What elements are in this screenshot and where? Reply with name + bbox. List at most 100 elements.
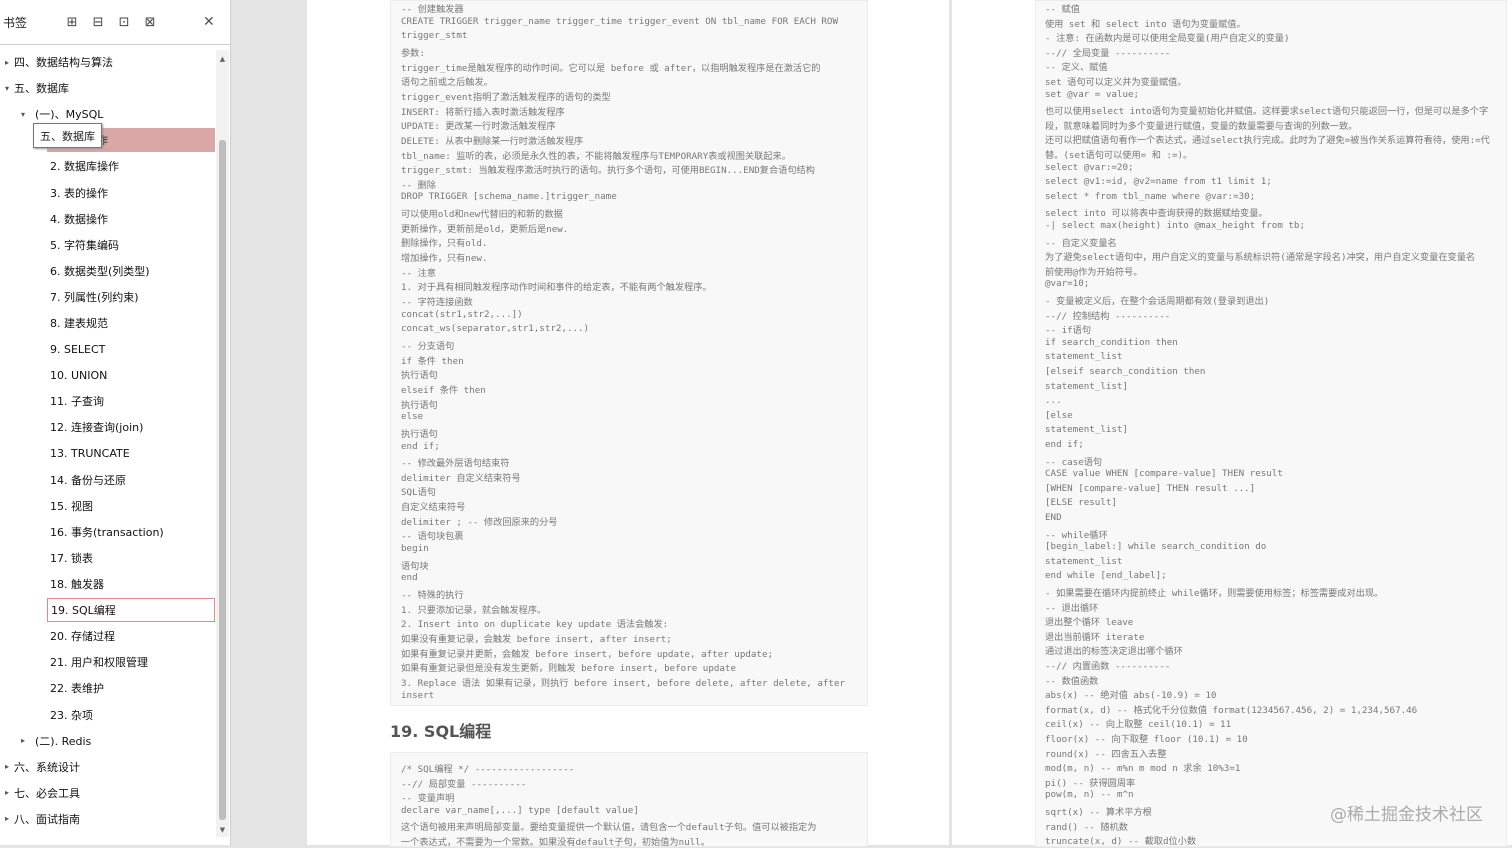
bookmark-label: 2. 数据库操作 (50, 160, 119, 174)
bookmark-item[interactable]: 19. SQL编程 (47, 598, 215, 623)
code-line: 自定义结束符号 (401, 502, 466, 514)
bookmark-label: 六、系统设计 (14, 760, 80, 774)
bookmark-label: 18. 触发器 (50, 578, 104, 591)
bookmark-item[interactable]: 4. 数据操作 (0, 207, 214, 231)
bookmark-item[interactable]: 14. 备份与还原 (0, 468, 214, 492)
code-line: 这个语句被用来声明局部变量。要给变量提供一个默认值，请包含一个default子句… (401, 822, 817, 834)
code-line: if search_condition then (1045, 336, 1178, 348)
bookmark-item[interactable]: 15. 视图 (0, 494, 214, 518)
code-line: select into 可以将表中查询获得的数据赋给变量。 (1045, 208, 1268, 220)
bookmark-item[interactable]: ▸ 八、面试指南 (0, 807, 214, 831)
bookmark-label: 17. 锁表 (50, 551, 93, 565)
bookmark-label: 11. 子查询 (50, 395, 104, 409)
code-line: tbl_name: 监听的表，必须是永久性的表，不能将触发程序与TEMPORAR… (401, 150, 791, 162)
code-line: -- 特殊的执行 (401, 590, 464, 601)
bookmark-item[interactable]: 10. UNION (0, 363, 214, 387)
bookmark-item[interactable]: ▸ 七、必会工具 (0, 781, 214, 805)
bookmark-label: 13. TRUNCATE (50, 447, 130, 460)
chevron-icon[interactable]: ▸ (18, 736, 28, 745)
bookmark-label: 12. 连接查询(join) (50, 421, 144, 435)
code-line: -- 退出循环 (1045, 602, 1099, 614)
code-line: set @var = value; (1045, 88, 1140, 100)
code-line: insert (401, 689, 435, 701)
bookmark-item[interactable]: 2. 数据库操作 (0, 154, 214, 178)
code-line: rand() -- 随机数 (1045, 821, 1128, 833)
code-line: --// 局部变量 ---------- (401, 778, 527, 790)
scrollbar-thumb[interactable] (219, 140, 226, 820)
bookmark-item[interactable]: ▸ 四、数据结构与算法 (0, 50, 214, 74)
bookmark-label: 5. 字符集编码 (50, 238, 119, 252)
code-line: 1. 对于具有相同触发程序动作时间和事件的给定表，不能有两个触发程序。 (401, 282, 712, 294)
code-block-variables: -- 赋值 使用 set 和 select into 语句为变量赋值。 - 注意… (1035, 0, 1507, 847)
scroll-up-icon[interactable]: ▲ (216, 55, 229, 63)
bookmark-item[interactable]: 11. 子查询 (0, 389, 214, 413)
bookmark-item[interactable]: ▸ (二). Redis (0, 729, 214, 753)
chevron-icon[interactable]: ▸ (2, 788, 12, 797)
expand-all-icon[interactable]: ⊞ (65, 15, 79, 30)
code-line: concat_ws(separator,str1,str2,...) (401, 323, 590, 335)
add-bookmark-icon[interactable]: ⊡ (117, 15, 131, 30)
scroll-down-icon[interactable]: ▼ (216, 826, 229, 834)
code-line: -- 自定义变量名 (1045, 237, 1117, 249)
bookmark-item[interactable]: 23. 杂项 (0, 703, 214, 727)
bookmark-item[interactable]: 13. TRUNCATE (0, 442, 214, 466)
bookmark-label: (一)、MySQL (35, 108, 104, 122)
code-line: -- 语句块包裹 (401, 531, 464, 543)
code-line: format(x, d) -- 格式化千分位数值 format(1234567.… (1045, 704, 1418, 716)
code-line: 1. 只要添加记录，就会触发程序。 (401, 604, 547, 616)
code-line: 替。(set语句可以使用= 和 :=)。 (1045, 150, 1193, 161)
chevron-icon[interactable]: ▾ (18, 110, 28, 119)
code-line: ceil(x) -- 向上取整 ceil(10.1) = 11 (1045, 719, 1232, 731)
code-line: -- 删除 (401, 179, 436, 191)
code-line: 执行语句 (401, 428, 438, 440)
code-line: 3. Replace 语法 如果有记录，则执行 before insert, b… (401, 677, 846, 689)
bookmark-label: 20. 存储过程 (50, 630, 115, 644)
bookmark-item[interactable]: 20. 存储过程 (0, 624, 214, 648)
tooltip: 五、数据库 (33, 123, 102, 148)
code-line: - 变量被定义后，在整个会话周期都有效(登录到退出) (1045, 296, 1270, 307)
code-line: [WHEN [compare-value] THEN result ...] (1045, 482, 1256, 494)
bookmark-item[interactable]: 7. 列属性(列约束) (0, 285, 214, 309)
bookmark-label: 22. 表维护 (50, 682, 104, 696)
bookmark-item[interactable]: 18. 触发器 (0, 572, 214, 596)
code-line: 删除操作，只有old. (401, 238, 488, 250)
code-line: -- if语句 (1045, 325, 1092, 337)
bookmark-options-icon[interactable]: ⊠ (143, 15, 157, 30)
chevron-icon[interactable]: ▾ (2, 84, 12, 93)
bookmark-item[interactable]: 5. 字符集编码 (0, 233, 214, 257)
bookmark-item[interactable]: 16. 事务(transaction) (0, 520, 214, 544)
code-line: end (401, 572, 418, 584)
code-line: SQL语句 (401, 487, 436, 499)
code-line: 增加操作，只有new. (401, 253, 488, 265)
code-line: 执行语句 (401, 370, 438, 382)
close-icon[interactable]: ✕ (203, 14, 215, 30)
bookmark-item[interactable]: 22. 表维护 (0, 676, 214, 700)
code-line: - 注意: 在函数内是可以使用全局变量(用户自定义的变量) (1045, 33, 1290, 45)
code-line: 通过退出的标签决定退出哪个循环 (1045, 646, 1183, 658)
code-line: concat(str1,str2,...]) (401, 308, 523, 320)
bookmark-item[interactable]: ▸ 六、系统设计 (0, 755, 214, 779)
code-line: [elseif search_condition then (1045, 366, 1206, 377)
code-line: -- 注意 (401, 267, 436, 279)
code-line: --// 内置函数 ---------- (1045, 661, 1171, 672)
bookmark-item[interactable]: 6. 数据类型(列类型) (0, 259, 214, 283)
code-line: -- 创建触发器 (401, 4, 464, 15)
bookmark-item[interactable]: 9. SELECT (0, 337, 214, 361)
chevron-icon[interactable]: ▸ (2, 814, 12, 823)
collapse-all-icon[interactable]: ⊟ (91, 15, 105, 30)
bookmark-item[interactable]: 3. 表的操作 (0, 181, 214, 205)
code-block-sql-programming: /* SQL编程 */ ------------------ --// 局部变量 … (390, 752, 868, 848)
bookmark-title: 书签 (3, 15, 28, 30)
code-line: round(x) -- 四舍五入去整 (1045, 748, 1167, 760)
code-block-triggers: -- 创建触发器 CREATE TRIGGER trigger_name trig… (390, 0, 868, 706)
chevron-icon[interactable]: ▸ (2, 762, 12, 771)
bookmark-label: 23. 杂项 (50, 708, 93, 722)
bookmark-item[interactable]: ▾ 五、数据库 (0, 76, 214, 100)
chevron-icon[interactable]: ▸ (2, 58, 12, 67)
bookmark-item[interactable]: 21. 用户和权限管理 (0, 650, 214, 674)
bookmark-item[interactable]: 17. 锁表 (0, 546, 214, 570)
bookmark-item[interactable]: 8. 建表规范 (0, 311, 214, 335)
code-line: sqrt(x) -- 算术平方根 (1045, 807, 1152, 818)
bookmark-item[interactable]: 12. 连接查询(join) (0, 415, 214, 439)
code-line: 也可以使用select into语句为变量初始化并赋值。这样要求select语句… (1045, 106, 1489, 118)
